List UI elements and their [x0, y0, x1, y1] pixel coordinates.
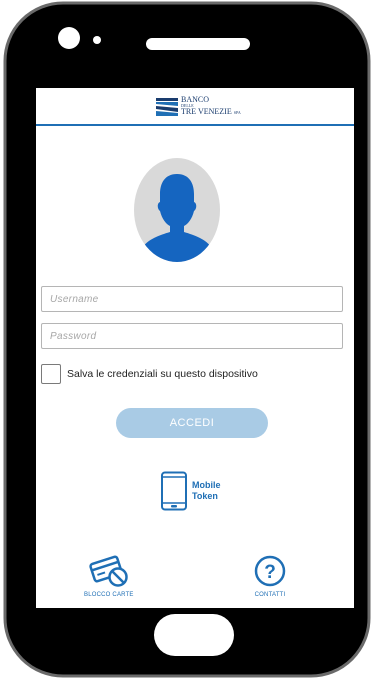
remember-checkbox[interactable]: [41, 364, 61, 384]
logo-line-tre-venezie: TRE VENEZIE: [181, 107, 232, 116]
contacts-button[interactable]: ? CONTATTI: [252, 555, 288, 598]
mobile-token-link[interactable]: Mobile Token: [160, 471, 221, 511]
username-input[interactable]: [41, 286, 343, 312]
question-circle-icon: ?: [254, 555, 286, 587]
logo-line-spa: SPA: [233, 110, 241, 115]
block-card-icon: [89, 555, 128, 587]
app-screen: BANCO DELLE TRE VENEZIE SPA Salva le cre…: [36, 88, 354, 608]
smartphone-icon: [161, 471, 187, 511]
mobile-token-line1: Mobile: [192, 480, 221, 490]
bank-logo: BANCO DELLE TRE VENEZIE SPA: [156, 96, 241, 117]
user-silhouette-icon: [138, 174, 216, 262]
bank-logo-icon: [156, 97, 178, 116]
phone-frame: BANCO DELLE TRE VENEZIE SPA Salva le cre…: [2, 0, 372, 679]
login-button[interactable]: ACCEDI: [116, 408, 268, 438]
app-header: BANCO DELLE TRE VENEZIE SPA: [36, 88, 354, 126]
remember-label[interactable]: Salva le credenziali su questo dispositi…: [67, 368, 258, 380]
block-cards-label: BLOCCO CARTE: [84, 592, 134, 598]
bank-logo-text: BANCO DELLE TRE VENEZIE SPA: [181, 96, 241, 117]
mobile-token-label[interactable]: Mobile Token: [192, 480, 221, 502]
mobile-token-line2: Token: [192, 491, 218, 501]
remember-credentials-row[interactable]: Salva le credenziali su questo dispositi…: [41, 363, 258, 385]
user-avatar: [134, 158, 220, 262]
contacts-label: CONTATTI: [254, 592, 286, 598]
password-input[interactable]: [41, 323, 343, 349]
block-cards-button[interactable]: BLOCCO CARTE: [84, 555, 134, 598]
svg-text:?: ?: [264, 562, 276, 583]
